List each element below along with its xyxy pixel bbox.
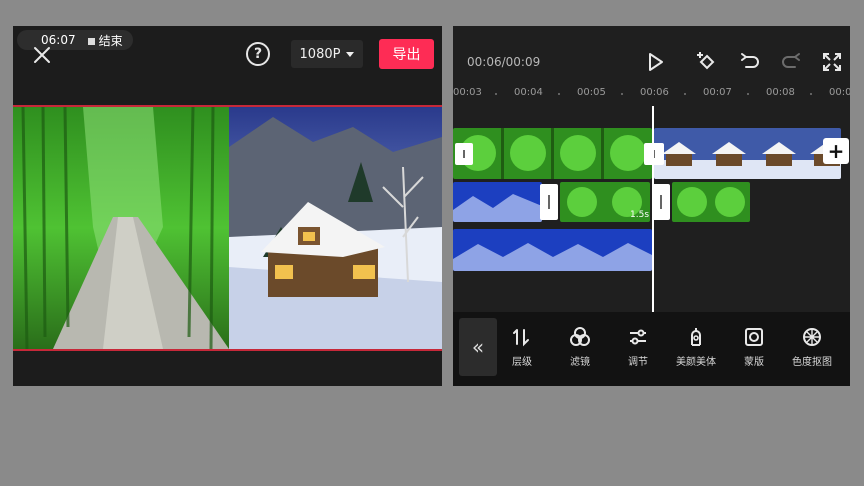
beauty-icon bbox=[691, 328, 701, 346]
tool-layer-order[interactable]: 层级 bbox=[493, 326, 551, 368]
clip-trim-handle-left[interactable] bbox=[455, 143, 473, 165]
editor-panel: 00:06/00:09 00:03 00:04 00:05 00:06 00:0… bbox=[453, 26, 850, 386]
bottom-toolbar: « 层级 滤镜 调节 美颜美体 蒙版 色度抠图 bbox=[453, 312, 850, 386]
clip-aurora-overlay-2[interactable] bbox=[453, 229, 652, 271]
adjust-sliders-icon bbox=[630, 329, 646, 345]
mask-icon bbox=[745, 328, 763, 346]
clip-bamboo-main[interactable] bbox=[453, 128, 652, 179]
ruler-tick-label: 00:04 bbox=[514, 87, 543, 98]
overlay-trim-handle-left[interactable] bbox=[540, 184, 558, 220]
close-icon[interactable] bbox=[31, 44, 53, 66]
ruler-tick-label: 00:08 bbox=[766, 87, 795, 98]
video-preview[interactable] bbox=[13, 105, 442, 351]
stop-icon bbox=[87, 37, 95, 45]
stop-label: 结束 bbox=[98, 33, 123, 48]
tool-label: 蒙版 bbox=[744, 357, 764, 368]
layer-order-icon bbox=[513, 329, 529, 347]
tool-label: 美颜美体 bbox=[676, 357, 716, 368]
undo-icon[interactable] bbox=[738, 50, 762, 74]
chroma-key-icon bbox=[803, 328, 821, 346]
tool-beauty[interactable]: 美颜美体 bbox=[667, 326, 725, 368]
tool-label: 滤镜 bbox=[570, 357, 590, 368]
caret-down-icon bbox=[346, 51, 355, 57]
play-icon[interactable] bbox=[643, 50, 667, 74]
clip-cabin-main[interactable] bbox=[654, 128, 841, 179]
tool-filter[interactable]: 滤镜 bbox=[551, 326, 609, 368]
tool-label: 色度抠图 bbox=[792, 357, 832, 368]
add-clip-button[interactable]: + bbox=[823, 138, 849, 164]
ruler-tick-label: 00:06 bbox=[640, 87, 669, 98]
redo-icon[interactable] bbox=[779, 50, 803, 74]
preview-panel: 06:07 结束 ? 1080P 导出 bbox=[13, 26, 442, 386]
transition-handle[interactable] bbox=[644, 143, 664, 165]
help-icon[interactable]: ? bbox=[246, 42, 270, 66]
export-button[interactable]: 导出 bbox=[379, 39, 434, 69]
clip-aurora-overlay[interactable] bbox=[453, 182, 542, 222]
filter-icon bbox=[570, 327, 590, 346]
ruler-tick-label: 00:03 bbox=[453, 87, 482, 98]
fullscreen-icon[interactable] bbox=[820, 50, 844, 74]
tool-mask[interactable]: 蒙版 bbox=[725, 326, 783, 368]
playhead[interactable] bbox=[652, 106, 654, 312]
stop-recording[interactable]: 结束 bbox=[87, 32, 123, 49]
tool-label: 层级 bbox=[512, 357, 532, 368]
ruler-tick-label: 00:0 bbox=[829, 87, 850, 98]
resolution-dropdown[interactable]: 1080P bbox=[291, 40, 363, 68]
add-keyframe-icon[interactable] bbox=[695, 50, 719, 74]
tool-chroma-key[interactable]: 色度抠图 bbox=[783, 326, 841, 368]
timeline-ruler[interactable]: 00:03 00:04 00:05 00:06 00:07 00:08 00:0 bbox=[453, 82, 850, 104]
time-readout: 00:06/00:09 bbox=[467, 55, 541, 69]
clip-bamboo-overlay-tail[interactable] bbox=[672, 182, 750, 222]
tool-label: 调节 bbox=[628, 357, 648, 368]
ruler-tick-label: 00:07 bbox=[703, 87, 732, 98]
tool-adjust[interactable]: 调节 bbox=[609, 326, 667, 368]
overlay-trim-handle-right[interactable] bbox=[652, 184, 670, 220]
collapse-button[interactable]: « bbox=[459, 318, 497, 376]
transition-duration: 1.5s bbox=[630, 210, 650, 220]
ruler-tick-label: 00:05 bbox=[577, 87, 606, 98]
resolution-value: 1080P bbox=[299, 46, 341, 62]
